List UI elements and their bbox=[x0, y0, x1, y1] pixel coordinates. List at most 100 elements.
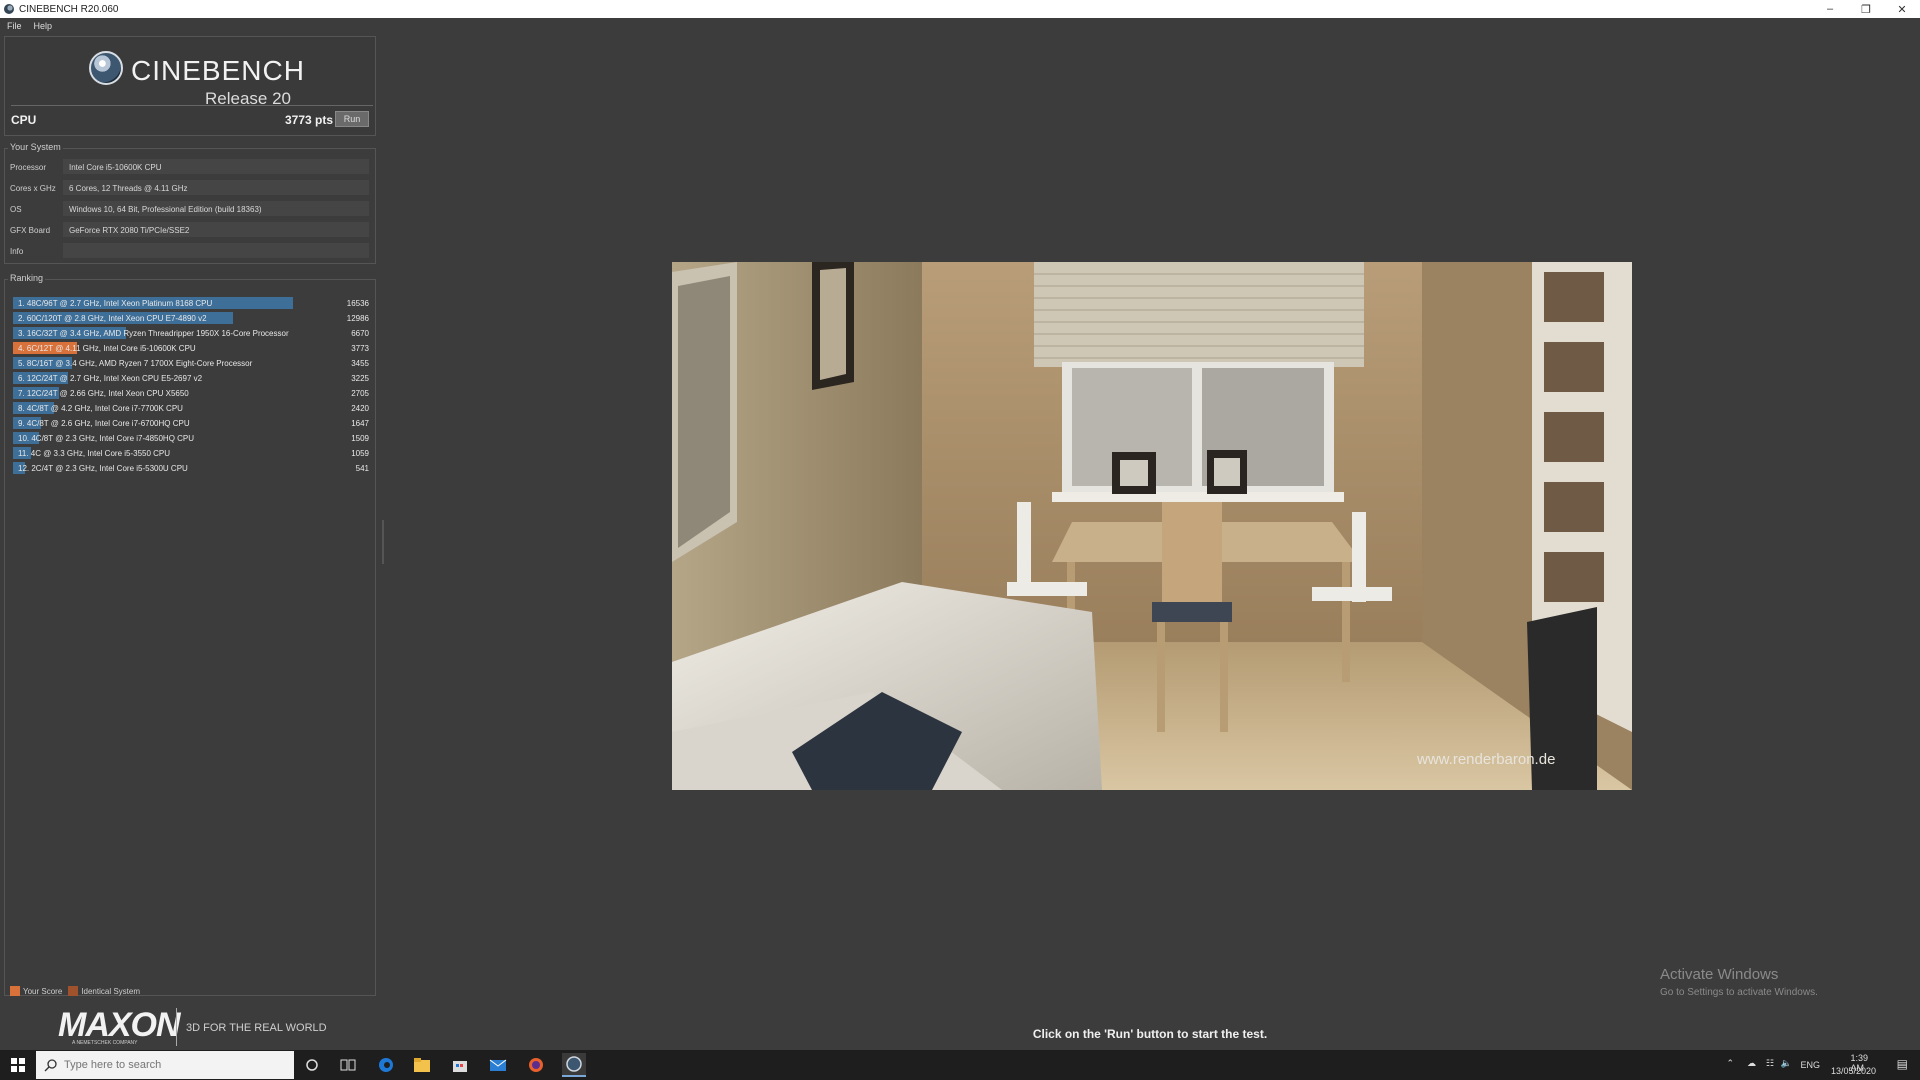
ranking-label: 12. 2C/4T @ 2.3 GHz, Intel Core i5-5300U… bbox=[18, 464, 188, 473]
ranking-score: 1059 bbox=[351, 449, 369, 458]
ranking-row[interactable]: 12. 2C/4T @ 2.3 GHz, Intel Core i5-5300U… bbox=[13, 461, 369, 475]
your-system-title: Your System bbox=[8, 142, 63, 152]
cinebench-app-icon bbox=[4, 4, 14, 14]
info-field[interactable] bbox=[63, 243, 369, 258]
release-label: Release 20 bbox=[205, 89, 292, 108]
ranking-score: 3225 bbox=[351, 374, 369, 383]
ranking-score: 12986 bbox=[346, 314, 369, 323]
ranking-score: 1647 bbox=[351, 419, 369, 428]
search-icon bbox=[44, 1059, 57, 1072]
system-key: Cores x GHz bbox=[10, 184, 56, 193]
ranking-row[interactable]: 11. 4C @ 3.3 GHz, Intel Core i5-3550 CPU… bbox=[13, 446, 369, 460]
ranking-score: 6670 bbox=[351, 329, 369, 338]
ranking-score: 1509 bbox=[351, 434, 369, 443]
volume-icon[interactable]: 🔈 bbox=[1781, 1058, 1792, 1069]
system-value: Windows 10, 64 Bit, Professional Edition… bbox=[63, 201, 369, 216]
run-button[interactable]: Run bbox=[335, 111, 369, 127]
identical-system-swatch bbox=[68, 986, 79, 996]
system-row-gfx: GFX Board GeForce RTX 2080 Ti/PCIe/SSE2 bbox=[5, 222, 375, 238]
ranking-row[interactable]: 1. 48C/96T @ 2.7 GHz, Intel Xeon Platinu… bbox=[13, 296, 369, 310]
onedrive-icon[interactable]: ☁ bbox=[1747, 1058, 1756, 1069]
clock-date[interactable]: 13/05/2020 bbox=[1831, 1066, 1876, 1076]
ranking-score: 2705 bbox=[351, 389, 369, 398]
window-title: CINEBENCH R20.060 bbox=[19, 3, 119, 15]
cinebench-sphere-icon bbox=[89, 51, 123, 85]
ranking-row[interactable]: 9. 4C/8T @ 2.6 GHz, Intel Core i7-6700HQ… bbox=[13, 416, 369, 430]
activate-windows-title: Activate Windows bbox=[1660, 966, 1779, 983]
benchmark-header: CINEBENCH Release 20 CPU 3773 pts Run bbox=[4, 36, 376, 136]
ranking-row[interactable]: 2. 60C/120T @ 2.8 GHz, Intel Xeon CPU E7… bbox=[13, 311, 369, 325]
system-key: Processor bbox=[10, 163, 47, 172]
cortana-icon[interactable] bbox=[300, 1053, 324, 1077]
your-system-section: Your System Processor Intel Core i5-1060… bbox=[4, 142, 376, 264]
edge-browser-icon[interactable] bbox=[374, 1053, 398, 1077]
ranking-score: 16536 bbox=[346, 299, 369, 308]
firefox-icon[interactable] bbox=[524, 1053, 548, 1077]
ranking-title: Ranking bbox=[8, 273, 46, 283]
title-bar: CINEBENCH R20.060 – ❐ ✕ bbox=[0, 0, 1920, 18]
mail-icon[interactable] bbox=[486, 1053, 510, 1077]
system-key: Info bbox=[10, 247, 24, 256]
ranking-row[interactable]: 3. 16C/32T @ 3.4 GHz, AMD Ryzen Threadri… bbox=[13, 326, 369, 340]
taskbar-search-box[interactable] bbox=[36, 1051, 294, 1079]
search-input[interactable] bbox=[64, 1059, 264, 1071]
cpu-test-label: CPU bbox=[11, 113, 37, 127]
language-indicator[interactable]: ENG bbox=[1800, 1060, 1820, 1070]
ranking-label: 6. 12C/24T @ 2.7 GHz, Intel Xeon CPU E5-… bbox=[18, 374, 203, 383]
ranking-row[interactable]: 4. 6C/12T @ 4.11 GHz, Intel Core i5-1060… bbox=[13, 341, 369, 355]
ranking-row[interactable]: 6. 12C/24T @ 2.7 GHz, Intel Xeon CPU E5-… bbox=[13, 371, 369, 385]
store-icon[interactable] bbox=[448, 1053, 472, 1077]
maxon-divider bbox=[176, 1008, 177, 1046]
ranking-row[interactable]: 5. 8C/16T @ 3.4 GHz, AMD Ryzen 7 1700X E… bbox=[13, 356, 369, 370]
ranking-label: 1. 48C/96T @ 2.7 GHz, Intel Xeon Platinu… bbox=[18, 299, 213, 308]
ranking-section: Ranking 1. 48C/96T @ 2.7 GHz, Intel Xeon… bbox=[4, 273, 376, 996]
ranking-row[interactable]: 8. 4C/8T @ 4.2 GHz, Intel Core i7-7700K … bbox=[13, 401, 369, 415]
windows-logo-icon bbox=[11, 1058, 25, 1072]
maxon-subtitle: A NEMETSCHEK COMPANY bbox=[72, 1040, 138, 1046]
activate-windows-watermark: Activate Windows Go to Settings to activ… bbox=[1660, 966, 1818, 998]
ranking-score: 3773 bbox=[351, 344, 369, 353]
ranking-label: 10. 4C/8T @ 2.3 GHz, Intel Core i7-4850H… bbox=[18, 434, 195, 443]
system-row-info: Info bbox=[5, 243, 375, 259]
menu-help[interactable]: Help bbox=[34, 21, 53, 31]
close-button[interactable]: ✕ bbox=[1884, 0, 1920, 18]
system-row-cores: Cores x GHz 6 Cores, 12 Threads @ 4.11 G… bbox=[5, 180, 375, 196]
cinebench-taskbar-icon[interactable] bbox=[562, 1053, 586, 1077]
ranking-label: 7. 12C/24T @ 2.66 GHz, Intel Xeon CPU X5… bbox=[18, 389, 189, 398]
ranking-label: 5. 8C/16T @ 3.4 GHz, AMD Ryzen 7 1700X E… bbox=[18, 359, 253, 368]
system-key: OS bbox=[10, 205, 22, 214]
ranking-label: 8. 4C/8T @ 4.2 GHz, Intel Core i7-7700K … bbox=[18, 404, 183, 413]
system-key: GFX Board bbox=[10, 226, 51, 235]
ranking-score: 2420 bbox=[351, 404, 369, 413]
system-value: 6 Cores, 12 Threads @ 4.11 GHz bbox=[63, 180, 369, 195]
taskbar: ⌃ ☁ ☷ 🔈 ENG 1:39 AM 13/05/2020 ▤ bbox=[0, 1050, 1920, 1080]
menu-bar: File Help bbox=[0, 18, 1920, 34]
status-message: Click on the 'Run' button to start the t… bbox=[1032, 1027, 1268, 1041]
maxon-logo: MAXON A NEMETSCHEK COMPANY 3D FOR THE RE… bbox=[58, 1006, 358, 1046]
ranking-label: 9. 4C/8T @ 2.6 GHz, Intel Core i7-6700HQ… bbox=[18, 419, 190, 428]
system-row-processor: Processor Intel Core i5-10600K CPU bbox=[5, 159, 375, 175]
system-value: Intel Core i5-10600K CPU bbox=[63, 159, 369, 174]
menu-file[interactable]: File bbox=[7, 21, 22, 31]
render-credit: www.renderbaron.de bbox=[1416, 751, 1555, 768]
tray-chevron-icon[interactable]: ⌃ bbox=[1726, 1058, 1734, 1069]
file-explorer-icon[interactable] bbox=[410, 1053, 434, 1077]
network-icon[interactable]: ☷ bbox=[1766, 1058, 1774, 1069]
panel-splitter-handle[interactable] bbox=[382, 520, 384, 564]
start-button[interactable] bbox=[0, 1050, 36, 1080]
notifications-icon[interactable]: ▤ bbox=[1897, 1057, 1908, 1071]
maxon-tagline: 3D FOR THE REAL WORLD bbox=[186, 1022, 327, 1034]
restore-button[interactable]: ❐ bbox=[1848, 0, 1884, 18]
activate-windows-subtitle: Go to Settings to activate Windows. bbox=[1660, 987, 1818, 998]
ranking-legend: Your Score Identical System bbox=[10, 986, 146, 996]
minimize-button[interactable]: – bbox=[1812, 0, 1848, 18]
render-preview: www.renderbaron.de bbox=[672, 262, 1632, 790]
ranking-label: 3. 16C/32T @ 3.4 GHz, AMD Ryzen Threadri… bbox=[18, 329, 289, 338]
ranking-score: 3455 bbox=[351, 359, 369, 368]
ranking-row[interactable]: 10. 4C/8T @ 2.3 GHz, Intel Core i7-4850H… bbox=[13, 431, 369, 445]
ranking-row[interactable]: 7. 12C/24T @ 2.66 GHz, Intel Xeon CPU X5… bbox=[13, 386, 369, 400]
system-row-os: OS Windows 10, 64 Bit, Professional Edit… bbox=[5, 201, 375, 217]
cpu-score: 3773 pts bbox=[284, 113, 333, 127]
task-view-icon[interactable] bbox=[336, 1053, 360, 1077]
header-divider bbox=[11, 105, 373, 106]
